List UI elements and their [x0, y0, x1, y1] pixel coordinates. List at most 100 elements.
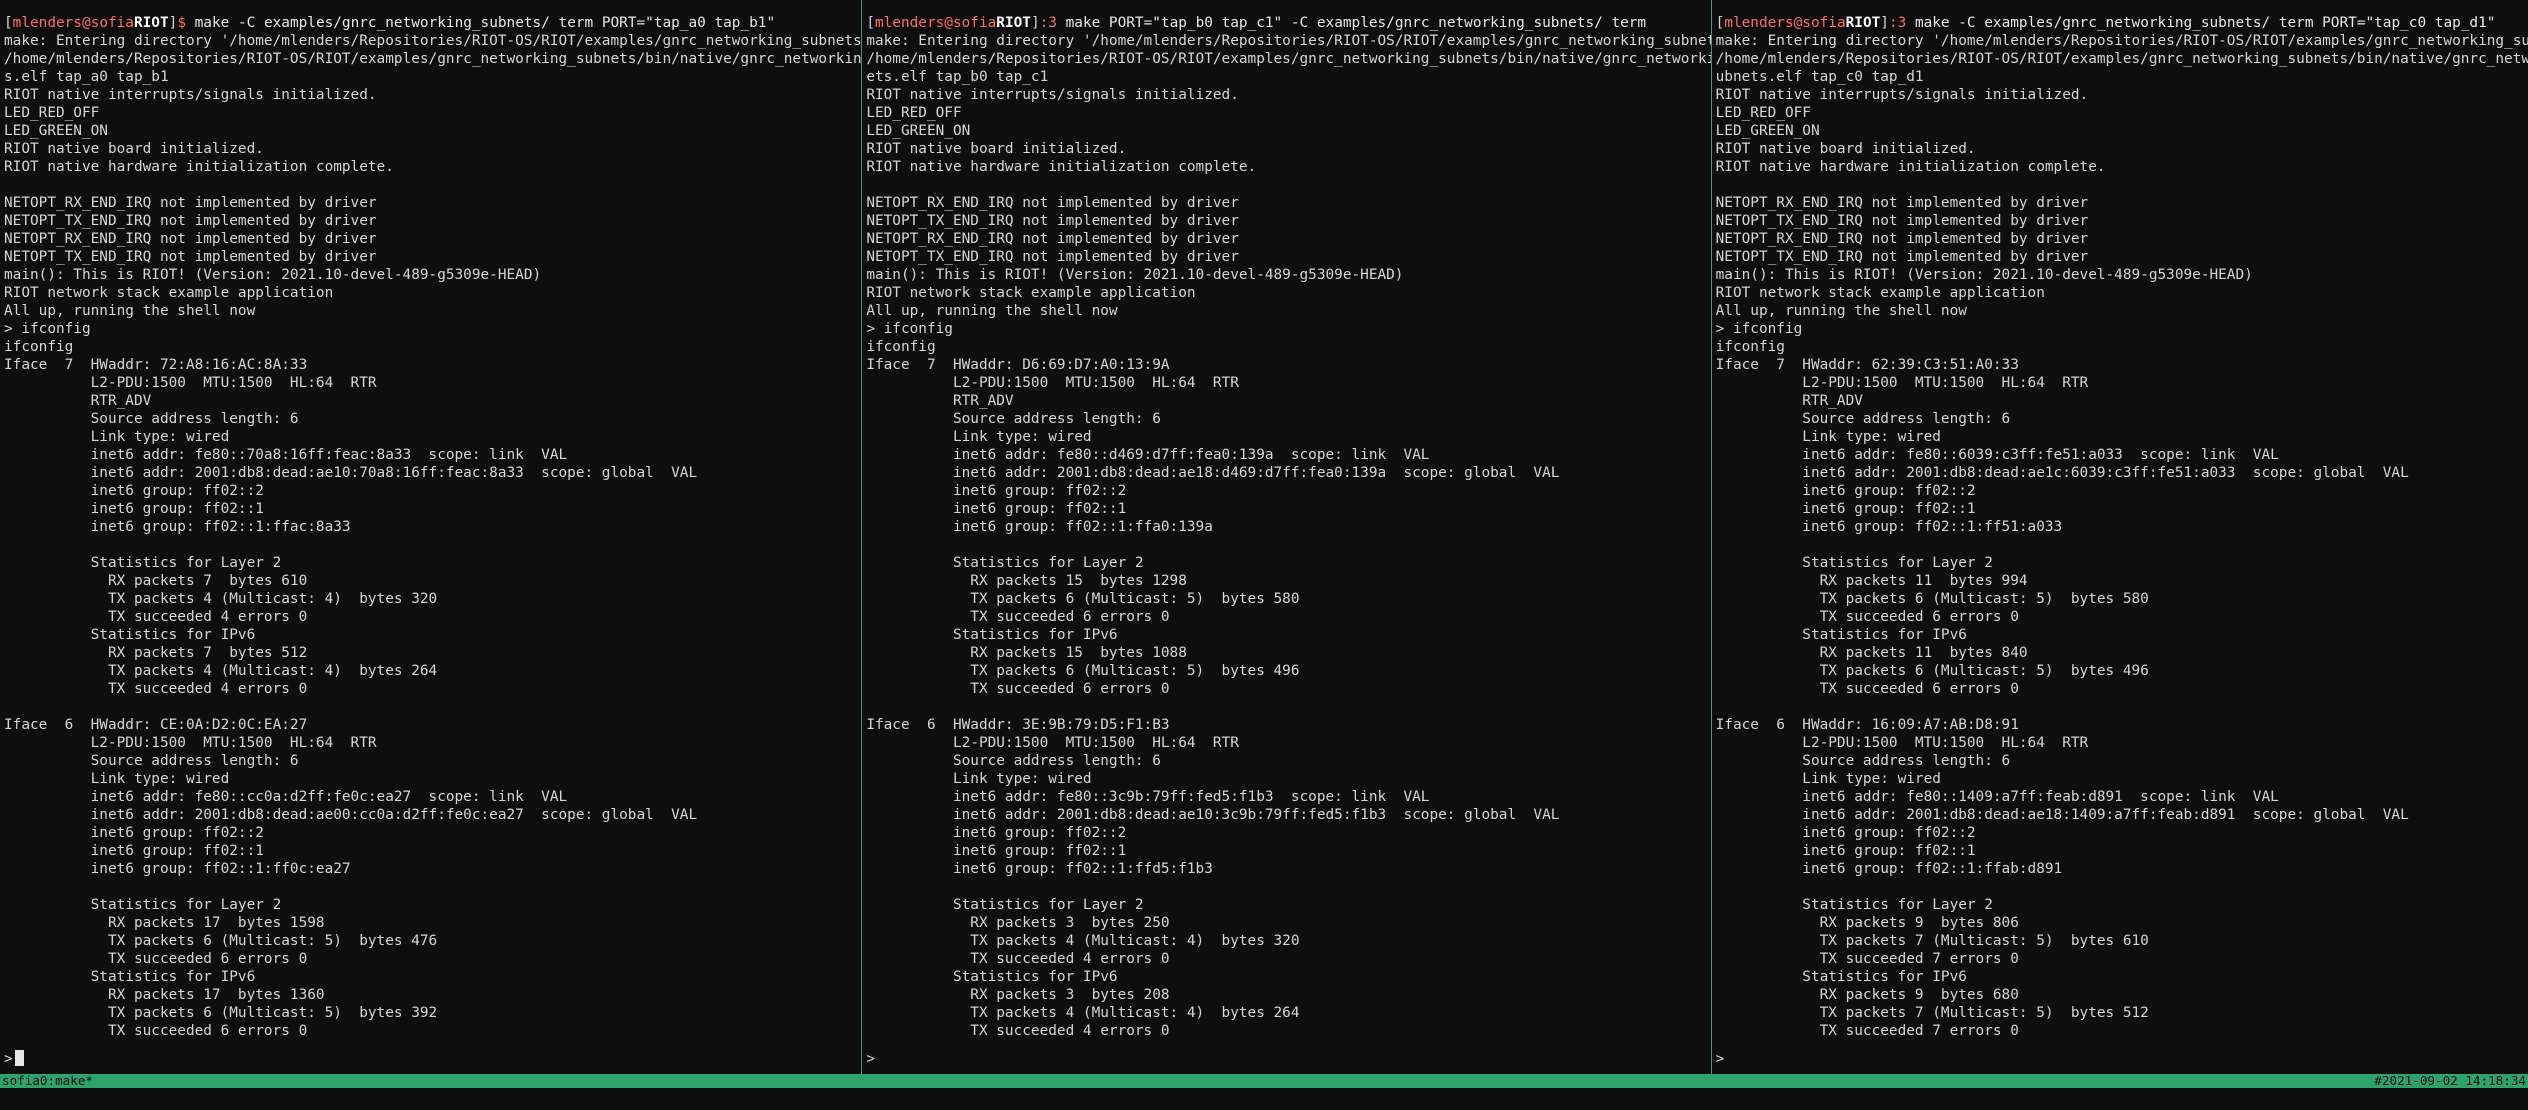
prompt-host: sofia: [90, 15, 134, 31]
prompt-user: mlenders: [1724, 15, 1794, 31]
terminal-output-line: [1716, 536, 2528, 554]
shell-input-prompt[interactable]: >: [866, 1050, 875, 1068]
terminal-output-line: Link type: wired: [1715, 429, 1941, 445]
terminal-output-line: ubnets.elf tap_c0 tap_d1: [1715, 69, 1924, 85]
terminal-output-line: L2-PDU:1500 MTU:1500 HL:64 RTR: [4, 375, 377, 391]
terminal-output-line: Statistics for IPv6: [4, 969, 256, 985]
terminal-output-line: RTR_ADV: [1715, 393, 1863, 409]
terminal-pane-1[interactable]: [mlenders@sofiaRIOT]$ make -C examples/g…: [0, 0, 861, 1074]
terminal-output-line: TX packets 6 (Multicast: 5) bytes 392: [4, 1005, 438, 1021]
terminal-output-line: LED_RED_OFF: [4, 105, 100, 121]
terminal-output-line: RIOT native interrupts/signals initializ…: [1715, 87, 2089, 103]
terminal-output-line: Statistics for IPv6: [1715, 969, 1967, 985]
terminal-output-line: TX packets 6 (Multicast: 5) bytes 496: [1715, 663, 2149, 679]
terminal-output-line: TX succeeded 4 errors 0: [866, 951, 1170, 967]
terminal-output-line: Iface 7 HWaddr: 72:A8:16:AC:8A:33: [4, 357, 308, 373]
terminal-pane-3[interactable]: [mlenders@sofiaRIOT]:3 make -C examples/…: [1712, 0, 2528, 1074]
terminal-output-line: TX succeeded 6 errors 0: [1715, 681, 2019, 697]
shell-prompt-symbol: >: [1715, 1051, 1725, 1067]
terminal-output-line: NETOPT_TX_END_IRQ not implemented by dri…: [866, 213, 1239, 229]
terminal-output-line: Source address length: 6: [4, 753, 299, 769]
shell-input-prompt[interactable]: >: [1716, 1050, 1725, 1068]
shell-prompt-symbol: >: [866, 1051, 875, 1067]
terminal-output-line: Statistics for IPv6: [866, 627, 1118, 643]
terminal-output-line: RIOT native hardware initialization comp…: [866, 159, 1257, 175]
prompt-at: @: [1793, 15, 1803, 31]
terminal-output-line: NETOPT_TX_END_IRQ not implemented by dri…: [1715, 249, 2089, 265]
terminal-output-line: L2-PDU:1500 MTU:1500 HL:64 RTR: [866, 375, 1239, 391]
terminal-output-line: Statistics for Layer 2: [1715, 555, 1993, 571]
terminal-output-line: RIOT native interrupts/signals initializ…: [4, 87, 377, 103]
terminal-output-line: NETOPT_TX_END_IRQ not implemented by dri…: [1715, 213, 2089, 229]
terminal-output-line: TX packets 6 (Multicast: 5) bytes 496: [866, 663, 1300, 679]
command-prompt-line: [mlenders@sofiaRIOT]:3 make -C examples/…: [1716, 14, 2528, 32]
terminal-output-line: /home/mlenders/Repositories/RIOT-OS/RIOT…: [4, 51, 862, 67]
terminal-output-line: inet6 group: ff02::1:ffac:8a33: [4, 519, 351, 535]
prompt-command: make -C examples/gnrc_networking_subnets…: [185, 15, 776, 31]
terminal-output-line: inet6 addr: 2001:db8:dead:ae18:1409:a7ff…: [1715, 807, 2409, 823]
prompt-user: mlenders: [874, 15, 945, 31]
session-window-label[interactable]: sofia0:make*: [2, 1074, 93, 1088]
terminal-output-line: [866, 698, 1710, 716]
terminal-output-line: RIOT native board initialized.: [866, 141, 1127, 157]
terminal-output-line: TX packets 7 (Multicast: 5) bytes 610: [1715, 933, 2149, 949]
terminal-output-line: inet6 group: ff02::1:ff0c:ea27: [4, 861, 351, 877]
terminal-output-line: inet6 group: ff02::2: [4, 483, 264, 499]
prompt-at: @: [944, 15, 953, 31]
terminal-output-line: make: Entering directory '/home/mlenders…: [4, 33, 862, 49]
terminal-output-line: Statistics for Layer 2: [866, 897, 1144, 913]
terminal-output-line: inet6 group: ff02::2: [1715, 825, 1976, 841]
terminal-pane-2[interactable]: [mlenders@sofiaRIOT]:3 make PORT="tap_b0…: [862, 0, 1710, 1074]
text-cursor: [14, 1050, 24, 1066]
terminal-output-line: TX succeeded 6 errors 0: [4, 1023, 308, 1039]
terminal-output-line: inet6 group: ff02::2: [4, 825, 264, 841]
prompt-bracket-open: [: [1715, 15, 1725, 31]
terminal-output-line: TX succeeded 4 errors 0: [866, 1023, 1170, 1039]
terminal-output-line: RIOT network stack example application: [4, 285, 334, 301]
shell-input-prompt[interactable]: >: [4, 1050, 24, 1068]
terminal-output-line: inet6 addr: 2001:db8:dead:ae1c:6039:c3ff…: [1715, 465, 2409, 481]
terminal-output-line: RX packets 3 bytes 250: [866, 915, 1170, 931]
terminal-output-line: TX succeeded 4 errors 0: [4, 681, 308, 697]
terminal-output-line: inet6 group: ff02::2: [866, 825, 1127, 841]
terminal-output-line: Link type: wired: [4, 771, 230, 787]
terminal-output-line: inet6 addr: 2001:db8:dead:ae00:cc0a:d2ff…: [4, 807, 698, 823]
terminal-output-line: RIOT native interrupts/signals initializ…: [866, 87, 1239, 103]
terminal-output-line: inet6 addr: 2001:db8:dead:ae10:70a8:16ff…: [4, 465, 698, 481]
terminal-output-line: Statistics for Layer 2: [866, 555, 1144, 571]
terminal-output-line: TX packets 6 (Multicast: 5) bytes 580: [866, 591, 1300, 607]
terminal-output-line: NETOPT_RX_END_IRQ not implemented by dri…: [1715, 195, 2089, 211]
terminal-output-line: main(): This is RIOT! (Version: 2021.10-…: [866, 267, 1404, 283]
terminal-output-line: [1716, 698, 2528, 716]
terminal-output-line: Link type: wired: [866, 429, 1092, 445]
prompt-cwd: RIOT: [1845, 15, 1881, 31]
prompt-cwd: RIOT: [996, 15, 1031, 31]
terminal-output-line: RX packets 9 bytes 806: [1715, 915, 2019, 931]
terminal-output-line: s.elf tap_a0 tap_b1: [4, 69, 169, 85]
terminal-output-line: Source address length: 6: [1715, 411, 2011, 427]
terminal-output-line: main(): This is RIOT! (Version: 2021.10-…: [4, 267, 542, 283]
terminal-output-line: NETOPT_TX_END_IRQ not implemented by dri…: [4, 249, 377, 265]
terminal-output-line: Link type: wired: [4, 429, 230, 445]
terminal-output-line: Statistics for IPv6: [866, 969, 1118, 985]
terminal-output-line: Iface 6 HWaddr: CE:0A:D2:0C:EA:27: [4, 717, 308, 733]
terminal-output-line: RIOT native board initialized.: [1715, 141, 1976, 157]
terminal-output-line: ifconfig: [4, 339, 74, 355]
terminal-output-line: NETOPT_RX_END_IRQ not implemented by dri…: [866, 195, 1239, 211]
terminal-output-line: inet6 group: ff02::1: [4, 501, 264, 517]
terminal-output-line: RX packets 9 bytes 680: [1715, 987, 2019, 1003]
terminal-output-line: /home/mlenders/Repositories/RIOT-OS/RIOT…: [1715, 51, 2528, 67]
terminal-output-line: TX packets 7 (Multicast: 5) bytes 512: [1715, 1005, 2149, 1021]
terminal-output-line: LED_GREEN_ON: [866, 123, 971, 139]
prompt-bracket-close: ]: [1030, 15, 1040, 31]
prompt-command: make PORT="tap_b0 tap_c1" -C examples/gn…: [1056, 15, 1647, 31]
terminal-output-line: NETOPT_TX_END_IRQ not implemented by dri…: [866, 249, 1239, 265]
terminal-output-line: [1716, 176, 2528, 194]
terminal-output-line: inet6 addr: fe80::70a8:16ff:feac:8a33 sc…: [4, 447, 568, 463]
terminal-output-line: TX packets 4 (Multicast: 4) bytes 320: [4, 591, 438, 607]
tmux-panes: [mlenders@sofiaRIOT]$ make -C examples/g…: [0, 0, 2528, 1074]
terminal-output-line: [866, 176, 1710, 194]
terminal-output-line: > ifconfig: [866, 321, 953, 337]
terminal-output-line: L2-PDU:1500 MTU:1500 HL:64 RTR: [1715, 375, 2089, 391]
terminal-output-line: LED_GREEN_ON: [4, 123, 108, 139]
